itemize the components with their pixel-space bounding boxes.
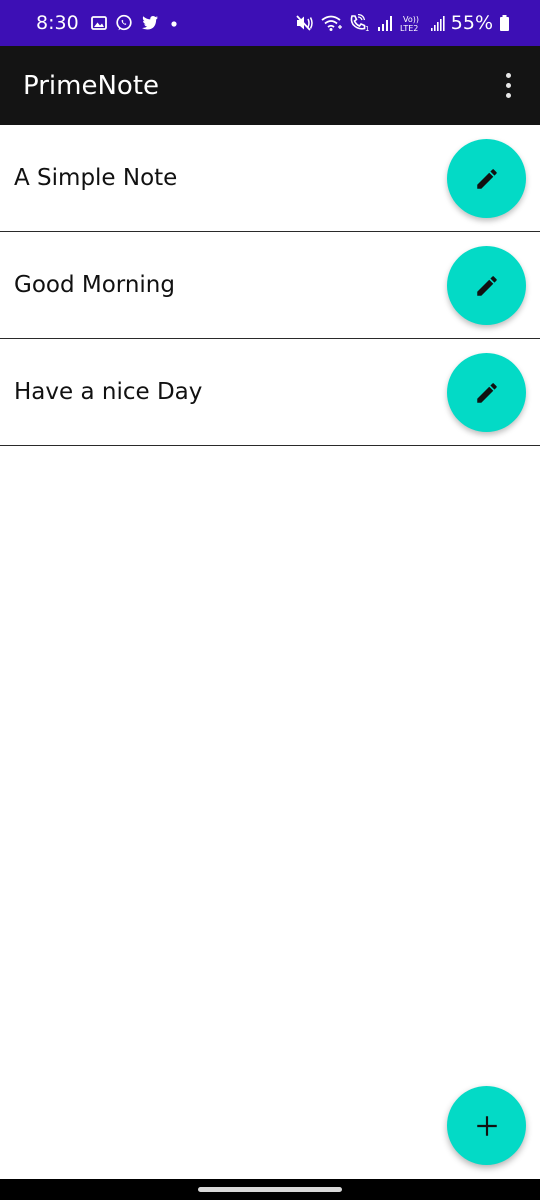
wifi-icon — [321, 14, 343, 32]
note-item[interactable]: Have a nice Day — [0, 339, 540, 446]
note-title: A Simple Note — [14, 165, 178, 191]
battery-icon — [499, 14, 510, 32]
overflow-dot — [505, 83, 511, 88]
edit-note-button[interactable] — [447, 353, 526, 432]
status-time: 8:30 — [36, 12, 79, 34]
battery-percent: 55% — [450, 12, 493, 34]
wifi-calling-icon: 1 — [349, 14, 371, 32]
svg-text:Vo)): Vo)) — [403, 15, 419, 24]
signal-icon-2 — [430, 14, 445, 32]
note-item[interactable]: Good Morning — [0, 232, 540, 339]
note-title: Have a nice Day — [14, 379, 203, 405]
notification-dot-icon — [167, 16, 181, 30]
edit-pencil-icon — [476, 168, 497, 189]
whatsapp-icon — [115, 14, 133, 32]
home-gesture-handle[interactable] — [198, 1187, 342, 1192]
note-title: Good Morning — [14, 272, 175, 298]
svg-text:LTE2: LTE2 — [400, 24, 418, 33]
note-item[interactable]: A Simple Note — [0, 125, 540, 232]
edit-note-button[interactable] — [447, 246, 526, 325]
svg-text:1: 1 — [365, 25, 369, 32]
add-icon — [476, 1115, 497, 1136]
signal-icon — [377, 14, 393, 32]
edit-note-button[interactable] — [447, 139, 526, 218]
status-right: 1 Vo)) LTE2 55% — [295, 12, 510, 34]
app-bar: PrimeNote — [0, 46, 540, 125]
overflow-dot — [505, 73, 511, 78]
mute-icon — [295, 14, 315, 32]
edit-pencil-icon — [476, 275, 497, 296]
more-vert-icon[interactable] — [498, 66, 518, 106]
network-label: Vo)) LTE2 — [399, 13, 425, 33]
status-left: 8:30 — [36, 12, 295, 34]
note-list: A Simple Note Good Morning Have a nice D… — [0, 125, 540, 446]
app-title: PrimeNote — [23, 70, 160, 101]
navigation-bar — [0, 1179, 540, 1200]
gallery-icon — [90, 15, 107, 31]
twitter-icon — [141, 15, 159, 31]
overflow-dot — [505, 93, 511, 98]
edit-pencil-icon — [476, 382, 497, 403]
add-note-button[interactable] — [447, 1086, 526, 1165]
status-bar: 8:30 1 Vo)) LTE2 55% — [0, 0, 540, 46]
